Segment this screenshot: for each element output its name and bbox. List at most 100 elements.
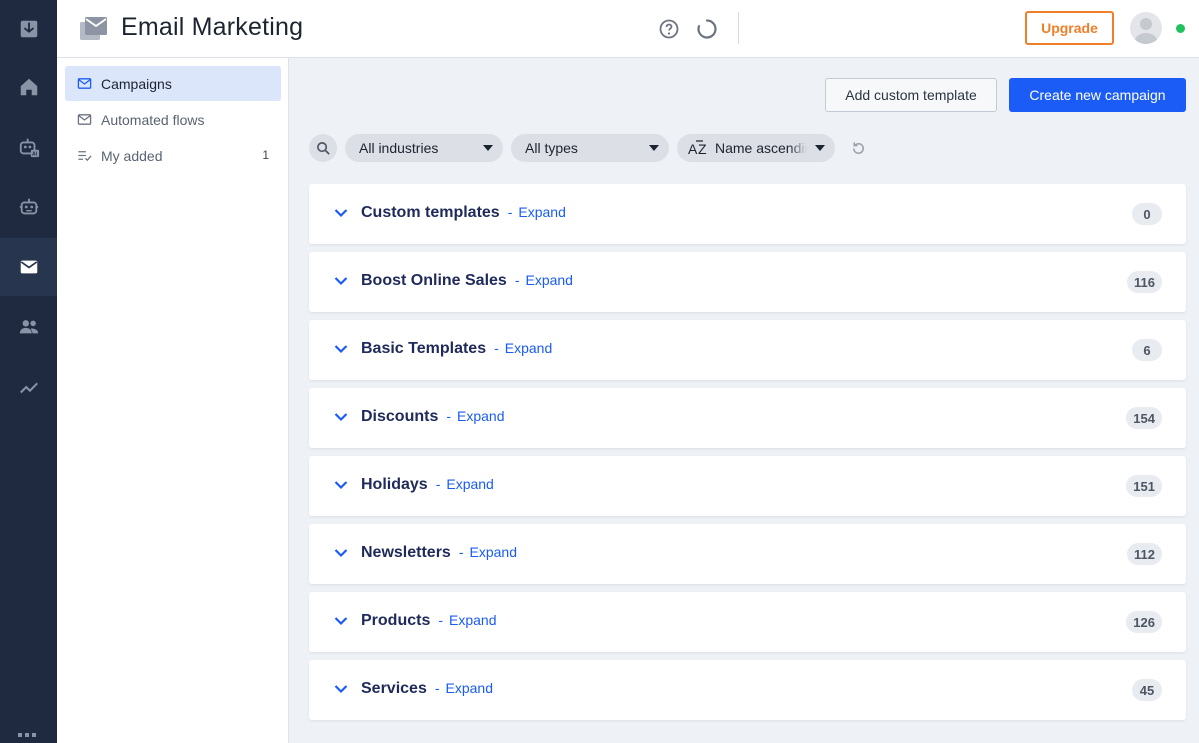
group-title: Basic Templates	[361, 340, 487, 357]
group-count-badge: 6	[1132, 339, 1162, 361]
group-title: Custom templates	[361, 204, 500, 221]
template-group-boost-online-sales[interactable]: Boost Online Sales - Expand 116	[309, 252, 1186, 312]
group-count-badge: 151	[1126, 475, 1162, 497]
ai-bot-rail-button[interactable]: AI	[0, 118, 57, 176]
create-new-campaign-button[interactable]: Create new campaign	[1009, 78, 1186, 112]
title-separator: -	[458, 544, 464, 560]
contacts-icon	[19, 320, 38, 334]
analytics-rail-button[interactable]	[0, 358, 57, 416]
user-avatar-icon	[1134, 18, 1158, 44]
sidebar-item-label: My added	[101, 147, 163, 164]
group-count-badge: 154	[1126, 407, 1162, 429]
title-separator: -	[446, 408, 452, 424]
chevron-down-icon[interactable]	[334, 344, 348, 354]
expand-link[interactable]: Expand	[470, 544, 517, 560]
type-filter-select[interactable]: All types	[511, 134, 669, 162]
email-rail-button[interactable]	[0, 238, 57, 296]
sort-value: Name ascending	[715, 140, 807, 156]
sidebar-item-my-added[interactable]: My added 1	[65, 138, 281, 173]
chevron-down-icon[interactable]	[334, 412, 348, 422]
svg-text:A: A	[688, 141, 698, 157]
expand-link[interactable]: Expand	[518, 204, 565, 220]
sidebar-item-automated-flows[interactable]: Automated flows	[65, 102, 281, 137]
inbox-icon	[20, 20, 37, 38]
group-count-badge: 0	[1132, 203, 1162, 225]
add-custom-template-button[interactable]: Add custom template	[825, 78, 997, 112]
group-title: Boost Online Sales	[361, 272, 507, 289]
chevron-down-icon[interactable]	[334, 208, 348, 218]
svg-text:Z: Z	[698, 141, 707, 157]
search-button[interactable]	[309, 134, 337, 162]
bot-icon	[19, 198, 38, 215]
reset-filters-icon[interactable]	[850, 140, 867, 157]
chevron-down-icon	[483, 145, 493, 151]
title-separator: -	[494, 340, 499, 356]
inbox-rail-button[interactable]	[0, 0, 57, 58]
email-icon	[20, 260, 37, 274]
industry-filter-value: All industries	[359, 140, 439, 156]
group-count-badge: 116	[1127, 271, 1162, 293]
title-separator: -	[514, 272, 520, 288]
help-icon[interactable]	[658, 18, 680, 40]
expand-link[interactable]: Expand	[446, 476, 493, 492]
template-group-holidays[interactable]: Holidays - Expand 151	[309, 456, 1186, 516]
svg-text:AI: AI	[32, 152, 38, 158]
email-marketing-icon	[80, 17, 107, 40]
group-title: Services	[361, 680, 427, 697]
home-icon	[20, 78, 37, 96]
title-separator: -	[438, 612, 444, 628]
group-title: Discounts	[361, 408, 439, 425]
bot-rail-button[interactable]	[0, 178, 57, 236]
expand-link[interactable]: Expand	[525, 272, 572, 288]
template-group-custom-templates[interactable]: Custom templates - Expand 0	[309, 184, 1186, 244]
template-group-basic-templates[interactable]: Basic Templates - Expand 6	[309, 320, 1186, 380]
sort-select[interactable]: A Z Name ascending	[677, 134, 835, 162]
chevron-down-icon[interactable]	[334, 684, 348, 694]
expand-link[interactable]: Expand	[446, 680, 493, 696]
group-count-badge: 112	[1127, 543, 1162, 565]
chevron-down-icon	[649, 145, 659, 151]
industry-filter-select[interactable]: All industries	[345, 134, 503, 162]
sidebar-item-label: Automated flows	[101, 111, 205, 128]
chevron-down-icon[interactable]	[334, 616, 348, 626]
avatar[interactable]	[1130, 12, 1162, 44]
mail-icon	[77, 78, 92, 89]
sidebar-item-campaigns[interactable]: Campaigns	[65, 66, 281, 101]
expand-link[interactable]: Expand	[457, 408, 504, 424]
group-title: Holidays	[361, 476, 428, 493]
group-count-badge: 126	[1126, 611, 1162, 633]
search-icon	[316, 141, 330, 155]
chevron-down-icon	[815, 145, 825, 151]
home-rail-button[interactable]	[0, 58, 57, 116]
title-separator: -	[507, 204, 513, 220]
chevron-down-icon[interactable]	[334, 480, 348, 490]
group-title: Products	[361, 612, 431, 629]
page-title: Email Marketing	[121, 13, 304, 41]
ai-bot-icon: AI	[19, 138, 39, 158]
group-title: Newsletters	[361, 544, 451, 561]
chevron-down-icon[interactable]	[334, 548, 348, 558]
list-check-icon	[78, 151, 92, 162]
loading-spinner-icon	[697, 19, 717, 39]
sort-az-icon: A Z	[688, 140, 707, 157]
template-group-products[interactable]: Products - Expand 126	[309, 592, 1186, 652]
title-separator: -	[435, 476, 441, 492]
upgrade-button[interactable]: Upgrade	[1025, 11, 1114, 45]
type-filter-value: All types	[525, 140, 578, 156]
template-group-services[interactable]: Services - Expand 45	[309, 660, 1186, 720]
analytics-icon	[19, 382, 38, 394]
title-separator: -	[434, 680, 440, 696]
chevron-down-icon[interactable]	[334, 276, 348, 286]
email-sidebar: Campaigns Automated flows My added 1	[57, 58, 289, 743]
more-apps-icon[interactable]	[18, 733, 36, 737]
expand-link[interactable]: Expand	[449, 612, 496, 628]
app-rail: AI	[0, 0, 57, 743]
contacts-rail-button[interactable]	[0, 298, 57, 356]
template-group-discounts[interactable]: Discounts - Expand 154	[309, 388, 1186, 448]
expand-link[interactable]: Expand	[505, 340, 552, 356]
sidebar-item-label: Campaigns	[101, 75, 172, 92]
template-group-newsletters[interactable]: Newsletters - Expand 112	[309, 524, 1186, 584]
online-status-indicator	[1176, 24, 1185, 33]
mail-icon	[77, 114, 92, 125]
top-header: Email Marketing Upgrade	[57, 0, 1199, 58]
